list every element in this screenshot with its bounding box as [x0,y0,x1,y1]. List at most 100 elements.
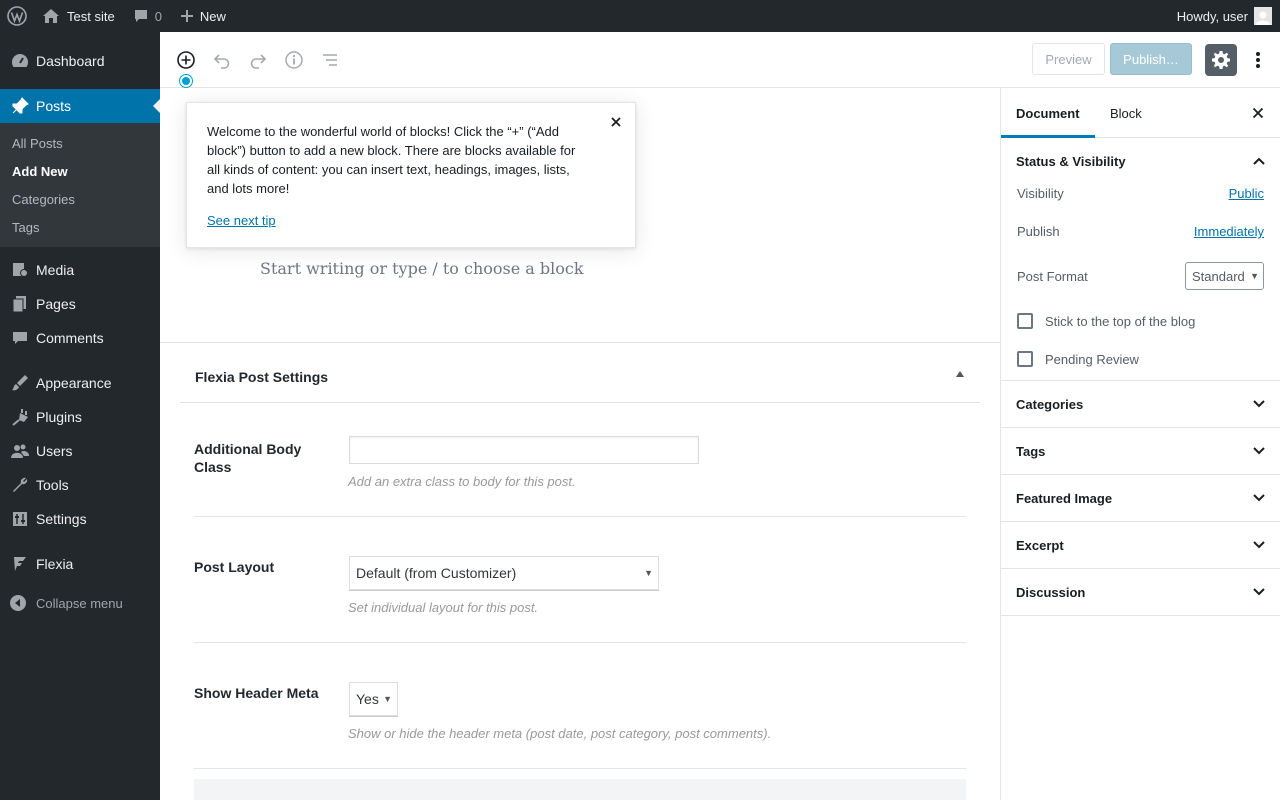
field-description: Set individual layout for this post. [348,600,539,615]
visibility-label: Visibility [1017,186,1064,201]
site-name: Test site [67,8,115,24]
sidebar-label: Users [36,443,73,459]
discussion-panel[interactable]: Discussion [1001,569,1280,616]
tip-close-button[interactable] [607,113,625,131]
tags-panel[interactable]: Tags [1001,428,1280,475]
sidebar-label: Flexia [36,556,74,572]
posts-submenu: All Posts Add New Categories Tags [0,123,160,247]
submenu-add-new[interactable]: Add New [0,158,160,186]
undo-icon [212,50,232,70]
checkbox-label: Stick to the top of the blog [1045,313,1196,329]
comment-icon [10,328,30,348]
submenu-categories[interactable]: Categories [0,186,160,214]
publish-date-link[interactable]: Immediately [1194,224,1264,239]
publish-button[interactable]: Publish… [1110,43,1192,75]
howdy-text: Howdy, user [1176,8,1248,24]
post-format-select[interactable]: Standard ▼ [1185,262,1264,290]
panel-title: Excerpt [1016,537,1064,553]
field-description: Show or hide the header meta (post date,… [348,726,772,741]
kebab-menu-icon [1256,51,1260,69]
redo-button[interactable] [246,48,270,72]
add-block-button[interactable] [174,48,198,72]
sidebar-item-pages[interactable]: Pages [0,287,160,321]
sidebar-item-dashboard[interactable]: Dashboard [0,44,160,78]
block-placeholder[interactable]: Start writing or type / to choose a bloc… [260,259,584,278]
block-navigation-button[interactable] [318,48,342,72]
sidebar-label: Comments [36,330,104,346]
status-visibility-toggle[interactable]: Status & Visibility [1001,138,1280,184]
close-icon [1252,107,1264,119]
sticky-checkbox-row[interactable]: Stick to the top of the blog [1001,296,1280,346]
sidebar-label: Posts [36,98,72,114]
panel-title: Discussion [1016,584,1086,600]
chevron-down-icon [1252,397,1266,411]
close-settings-button[interactable] [1250,105,1266,121]
info-icon [284,50,304,70]
sidebar-label: Media [36,262,75,278]
header-meta-select[interactable]: Yes ▼ [349,682,398,716]
sidebar-item-posts[interactable]: Posts [0,89,160,123]
visibility-row: Visibility Public [1001,180,1280,207]
sidebar-item-users[interactable]: Users [0,434,160,468]
avatar [1254,7,1272,25]
collapse-triangle-icon[interactable] [956,371,964,377]
publish-row: Publish Immediately [1001,207,1280,256]
metabox-header[interactable]: Flexia Post Settings [180,343,980,403]
tab-block[interactable]: Block [1095,88,1157,138]
visibility-link[interactable]: Public [1229,186,1264,201]
featured-image-panel[interactable]: Featured Image [1001,475,1280,522]
tip-indicator-dot[interactable] [180,75,192,87]
wordpress-logo-icon[interactable] [0,0,34,32]
paintbrush-icon [10,373,30,393]
publish-label: Publish [1017,224,1060,239]
sidebar-item-flexia[interactable]: Flexia [0,547,160,581]
metabox-title: Flexia Post Settings [195,369,329,385]
categories-panel[interactable]: Categories [1001,381,1280,428]
select-value: Default (from Customizer) [356,565,517,581]
sliders-icon [10,509,30,529]
account-menu[interactable]: Howdy, user [1177,0,1272,32]
collapse-menu-button[interactable]: Collapse menu [0,587,160,619]
dropdown-arrow-icon: ▼ [383,694,392,704]
pending-review-row[interactable]: Pending Review [1001,346,1280,372]
field-header-meta: Show Header Meta Yes ▼ Show or hide the … [194,643,966,769]
comments-link[interactable]: 0 [133,0,162,32]
tab-document[interactable]: Document [1001,88,1095,138]
new-content-link[interactable]: New [180,0,226,32]
pending-review-checkbox[interactable] [1017,351,1033,367]
submenu-all-posts[interactable]: All Posts [0,130,160,158]
sidebar-item-media[interactable]: Media [0,253,160,287]
settings-sidebar: Document Block Status & Visibility Visib… [1000,88,1280,800]
preview-button[interactable]: Preview [1032,43,1105,75]
more-tools-button[interactable] [1248,48,1268,72]
excerpt-panel[interactable]: Excerpt [1001,522,1280,569]
sidebar-item-settings[interactable]: Settings [0,502,160,536]
sidebar-item-plugins[interactable]: Plugins [0,400,160,434]
body-class-input[interactable] [349,436,699,464]
sticky-checkbox[interactable] [1017,313,1033,329]
collapse-arrow-icon [10,595,26,611]
sidebar-item-tools[interactable]: Tools [0,468,160,502]
see-next-tip-link[interactable]: See next tip [207,213,276,228]
post-layout-select[interactable]: Default (from Customizer) ▼ [349,556,659,590]
undo-button[interactable] [210,48,234,72]
sidebar-item-appearance[interactable]: Appearance [0,366,160,400]
chevron-down-icon [1252,491,1266,505]
welcome-tip-popover: Welcome to the wonderful world of blocks… [186,102,636,248]
close-icon [610,116,622,128]
editor-toolbar: Preview Publish… [160,32,1280,88]
metabox-area: Flexia Post Settings Additional Body Cla… [160,342,1000,800]
dashboard-icon [10,51,30,71]
sidebar-label: Pages [36,296,76,312]
new-label: New [199,8,226,24]
settings-toggle-button[interactable] [1205,44,1237,76]
checkbox-label: Pending Review [1045,351,1139,367]
field-post-layout: Post Layout Default (from Customizer) ▼ … [194,517,966,643]
status-visibility-panel: Status & Visibility Visibility Public Pu… [1001,138,1280,381]
content-info-button[interactable] [282,48,306,72]
field-body-class: Additional Body Class Add an extra class… [194,404,966,517]
submenu-tags[interactable]: Tags [0,214,160,242]
home-icon [42,8,60,24]
sidebar-item-comments[interactable]: Comments [0,321,160,355]
site-name-link[interactable]: Test site [42,0,115,32]
